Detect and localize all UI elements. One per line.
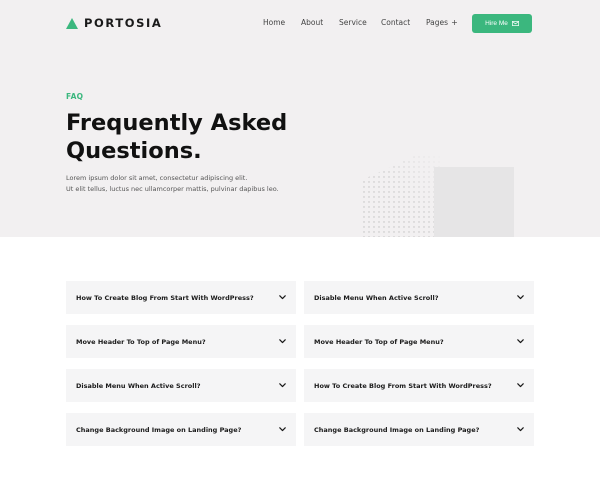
intro-line-2: Ut elit tellus, luctus nec ullamcorper m… [66, 184, 279, 193]
nav-item-home[interactable]: Home [263, 18, 285, 27]
faq-question: Change Background Image on Landing Page? [314, 425, 480, 434]
faq-item[interactable]: Move Header To Top of Page Menu? [304, 325, 534, 358]
page-title: Frequently Asked Questions. [66, 109, 326, 165]
nav-item-contact[interactable]: Contact [381, 18, 410, 27]
intro-line-1: Lorem ipsum dolor sit amet, consectetur … [66, 174, 248, 182]
dot-pattern-decoration [362, 155, 442, 237]
chevron-down-icon [517, 427, 524, 432]
chevron-down-icon [279, 427, 286, 432]
faq-question: Change Background Image on Landing Page? [76, 425, 242, 434]
faq-item[interactable]: How To Create Blog From Start With WordP… [304, 369, 534, 402]
faq-item[interactable]: Disable Menu When Active Scroll? [66, 369, 296, 402]
nav-item-service[interactable]: Service [339, 18, 367, 27]
chevron-down-icon [279, 339, 286, 344]
brand-name: PORTOSIA [84, 16, 163, 30]
faq-eyebrow: FAQ [66, 92, 84, 101]
faq-question: Move Header To Top of Page Menu? [76, 337, 206, 346]
faq-question: How To Create Blog From Start With WordP… [314, 381, 492, 390]
nav-item-about[interactable]: About [301, 18, 323, 27]
faq-question: Disable Menu When Active Scroll? [314, 293, 439, 302]
page-title-line-2: Questions. [66, 138, 202, 164]
chevron-down-icon [517, 339, 524, 344]
faq-item[interactable]: Move Header To Top of Page Menu? [66, 325, 296, 358]
nav-item-pages[interactable]: Pages + [426, 18, 458, 27]
decorative-gray-block [434, 167, 514, 237]
plus-icon: + [451, 18, 458, 27]
hire-me-label: Hire Me [485, 20, 508, 27]
faq-question: Disable Menu When Active Scroll? [76, 381, 201, 390]
page-title-line-1: Frequently Asked [66, 110, 288, 136]
nav-item-pages-label: Pages [426, 18, 449, 27]
faq-item[interactable]: Change Background Image on Landing Page? [66, 413, 296, 446]
faq-item[interactable]: How To Create Blog From Start With WordP… [66, 281, 296, 314]
hire-me-button[interactable]: Hire Me [472, 14, 532, 33]
chevron-down-icon [517, 383, 524, 388]
brand-logo[interactable]: PORTOSIA [66, 16, 162, 30]
hero-section: PORTOSIA Home About Service Contact Page… [0, 0, 600, 237]
triangle-logo-icon [66, 17, 78, 29]
faq-item[interactable]: Change Background Image on Landing Page? [304, 413, 534, 446]
faq-question: How To Create Blog From Start With WordP… [76, 293, 254, 302]
faq-item[interactable]: Disable Menu When Active Scroll? [304, 281, 534, 314]
faq-question: Move Header To Top of Page Menu? [314, 337, 444, 346]
envelope-icon [511, 21, 519, 26]
chevron-down-icon [279, 295, 286, 300]
intro-text: Lorem ipsum dolor sit amet, consectetur … [66, 173, 306, 194]
chevron-down-icon [279, 383, 286, 388]
chevron-down-icon [517, 295, 524, 300]
